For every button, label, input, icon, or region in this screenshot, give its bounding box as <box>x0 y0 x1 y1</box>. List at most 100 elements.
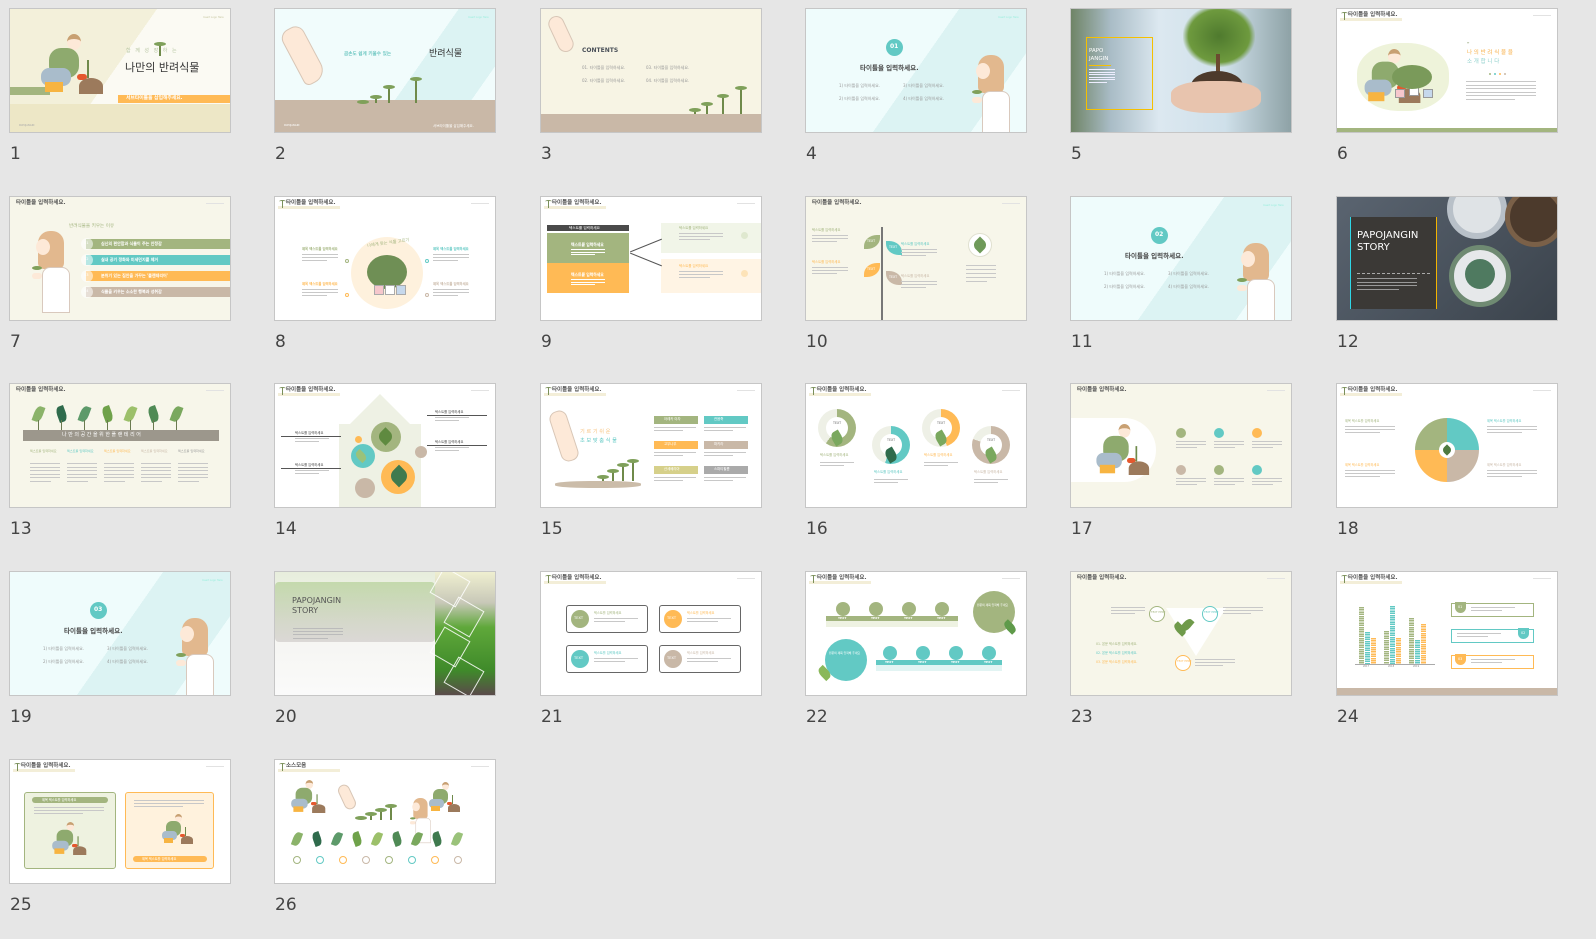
slide-title: 타이틀을 입력하세요. <box>1077 575 1127 581</box>
slide-number[interactable]: 6 <box>1337 144 1348 164</box>
text-line <box>1214 481 1244 482</box>
slide-number[interactable]: 26 <box>275 895 297 915</box>
slide-number[interactable]: 15 <box>541 519 563 539</box>
text-line <box>812 273 837 274</box>
slide-thumbnail-6[interactable]: 타이틀을 입력하세요. “ 나 의 반 려 식 물 을소 개 합 니 다 <box>1336 8 1558 133</box>
hand-illustration <box>547 408 581 464</box>
placeholder-text-lines <box>302 289 338 298</box>
slide-canvas: CONTENTS 01. 타이틀을 입력하세요. 03. 타이틀을 입력하세요. 02… <box>541 9 761 132</box>
text-line <box>433 292 469 293</box>
slide-thumbnail-5[interactable]: PAPO JANGIN <box>1070 8 1292 133</box>
soil <box>73 846 87 855</box>
slide-thumbnail-11[interactable]: 02 타이틀을 입력하세요. 1) 타이틀을 입력하세요. 3) 타이틀을 입력하세요… <box>1070 196 1292 321</box>
slide-number[interactable]: 5 <box>1071 144 1082 164</box>
slide-number[interactable]: 8 <box>275 332 286 352</box>
slide-number[interactable]: 4 <box>806 144 817 164</box>
gardener-illustration <box>289 780 328 819</box>
dashed-divider <box>1357 273 1430 274</box>
slide-thumbnail-15[interactable]: 타이틀을 입력하세요. 기 르 기 쉬 운초 보 맞 춤 식 물 아레카 야자 관음죽… <box>540 383 762 508</box>
title-underline <box>1089 65 1111 66</box>
slide-number[interactable]: 23 <box>1071 707 1093 727</box>
text-line <box>820 465 844 466</box>
placeholder-text-lines <box>571 249 605 257</box>
slide-thumbnail-20[interactable]: PAPOJANGIN STORY <box>274 571 496 696</box>
text-line <box>1357 285 1417 286</box>
sprout-leaf <box>810 387 817 390</box>
slide-thumbnail-25[interactable]: 타이틀을 입력하세요. 제목 텍스트를 입력하세요 제목 텍스트를 입력하세요 <box>9 759 231 884</box>
slide-thumbnail-8[interactable]: 타이틀을 입력하세요. 나에게 맞는 식물 고르기 제목 텍스트를 입력하세요 제목 … <box>274 196 496 321</box>
boots <box>54 848 65 854</box>
slide-number[interactable]: 21 <box>541 707 563 727</box>
slide-thumbnail-22[interactable]: 타이틀을 입력하세요. TEXT TEXT TEXT TEXT TEXT TEXT TEXT T… <box>805 571 1027 696</box>
slide-thumbnail-16[interactable]: 타이틀을 입력하세요. TEXT 텍스트를 입력하세요 TEXT 텍스트를 입력하세요 T… <box>805 383 1027 508</box>
slide-number[interactable]: 14 <box>275 519 297 539</box>
slide-number[interactable]: 19 <box>10 707 32 727</box>
sprout-leaf <box>1341 575 1348 578</box>
text-line <box>1471 607 1515 608</box>
text-line <box>1487 473 1537 474</box>
slide-number[interactable]: 18 <box>1337 519 1359 539</box>
slide-number[interactable]: 1 <box>10 144 21 164</box>
slide-thumbnail-9[interactable]: 타이틀을 입력하세요. 텍스트를 입력하세요 텍스트를 입력하세요 텍스트를 입력하세… <box>540 196 762 321</box>
slide-thumbnail-10[interactable]: 타이틀을 입력하세요. TEXT TEXT TEXT TEXT 텍스트를 입력하세요 텍스트… <box>805 196 1027 321</box>
slide-thumbnail-7[interactable]: 타이틀을 입력하세요. 반려식물을 키우는 이유 01 심신의 편안함과 식물이 주는… <box>9 196 231 321</box>
slide-number[interactable]: 11 <box>1071 332 1093 352</box>
plant-pot <box>1423 89 1433 98</box>
slide-number[interactable]: 20 <box>275 707 297 727</box>
logo-placeholder <box>1533 15 1551 16</box>
slide-canvas: 01 타이틀을 입력하세요. 1) 타이틀을 입력하세요. 3) 타이틀을 입력하세요… <box>806 9 1026 132</box>
slide-thumbnail-12[interactable]: PAPOJANGIN STORY <box>1336 196 1558 321</box>
slide-number[interactable]: 13 <box>10 519 32 539</box>
slide-thumbnail-1[interactable]: 서브타이틀을 삽입해주세요. 함 께 성 장 하 는 나만의 반려식물 Insert … <box>9 8 231 133</box>
girl-illustration <box>1237 243 1277 320</box>
sprout <box>87 60 89 78</box>
text-line <box>1214 441 1244 442</box>
reason-number: 02 <box>84 257 89 261</box>
cover-subtitle: 함 께 성 장 하 는 <box>126 48 179 54</box>
slide-thumbnail-23[interactable]: 타이틀을 입력하세요. TEXT HERE TEXT HERE TEXT HERE 01… <box>1070 571 1292 696</box>
slide-number[interactable]: 3 <box>541 144 552 164</box>
slide-thumbnail-13[interactable]: 타이틀을 입력하세요. 나 만 의 공 간 을 위 한 플 랜 테 리 어 텍스트를… <box>9 383 231 508</box>
boots <box>1099 464 1116 474</box>
placeholder-text-lines <box>1176 478 1206 487</box>
slide-thumbnail-19[interactable]: 03 타이틀을 입력하세요. 1) 타이틀을 입력하세요. 3) 타이틀을 입력하세요… <box>9 571 231 696</box>
text-node-label: TEXT HERE <box>1151 611 1166 614</box>
placeholder-text-lines <box>704 427 746 433</box>
slide-thumbnail-14[interactable]: 타이틀을 입력하세요. 텍스트를 입력하세요 텍스트를 입력하세요 텍스트를 입력하세… <box>274 383 496 508</box>
slide-number[interactable]: 22 <box>806 707 828 727</box>
contents-item: 01. 타이틀을 입력하세요. <box>582 65 626 70</box>
slide-number[interactable]: 17 <box>1071 519 1093 539</box>
placeholder-text-lines <box>901 281 937 290</box>
slide-thumbnail-26[interactable]: 소스모음 <box>274 759 496 884</box>
slide-thumbnail-18[interactable]: 타이틀을 입력하세요. 제목 텍스트를 입력하세요 제목 텍스트를 입력하세요 제목 … <box>1336 383 1558 508</box>
text-line <box>924 462 958 463</box>
slide-number[interactable]: 7 <box>10 332 21 352</box>
text-line <box>1471 662 1502 663</box>
slide-thumbnail-3[interactable]: CONTENTS 01. 타이틀을 입력하세요. 03. 타이틀을 입력하세요. 02… <box>540 8 762 133</box>
slide-number[interactable]: 24 <box>1337 707 1359 727</box>
slide-title: 타이틀을 입력하세요. <box>16 200 66 206</box>
succulent <box>1465 259 1495 289</box>
text-line <box>1471 659 1515 660</box>
slide-thumbnail-24[interactable]: 타이틀을 입력하세요. 2017 2018 2019 01 02 03 <box>1336 571 1558 696</box>
slide-number[interactable]: 9 <box>541 332 552 352</box>
slide-number[interactable]: 2 <box>275 144 286 164</box>
slide-thumbnail-21[interactable]: 타이틀을 입력하세요. TEXT 텍스트를 입력하세요 TEXT 텍스트를 입력하세요 T… <box>540 571 762 696</box>
slide-canvas: 타이틀을 입력하세요. 텍스트를 입력하세요 텍스트를 입력하세요 텍스트를 입력하세… <box>541 197 761 320</box>
leaf-icon <box>430 831 444 847</box>
placeholder-text-lines <box>1345 426 1395 435</box>
text-line <box>433 295 458 296</box>
section-item: 2) 타이틀을 입력하세요. <box>1104 284 1146 289</box>
text-line <box>1089 76 1115 78</box>
slide-number[interactable]: 10 <box>806 332 828 352</box>
text-line <box>974 482 998 483</box>
slide-thumbnail-2[interactable]: 곰손도 쉽게 키울수 있는 반려식물 서브타이틀을 삽입해주세요. Insert Lo… <box>274 8 496 133</box>
slide-thumbnail-4[interactable]: 01 타이틀을 입력하세요. 1) 타이틀을 입력하세요. 3) 타이틀을 입력하세요… <box>805 8 1027 133</box>
slide-number[interactable]: 16 <box>806 519 828 539</box>
text-line <box>687 618 731 619</box>
slide-thumbnail-17[interactable]: 타이틀을 입력하세요. <box>1070 383 1292 508</box>
leaf-icon <box>1002 619 1018 635</box>
slide-number[interactable]: 25 <box>10 895 32 915</box>
slide-number[interactable]: 12 <box>1337 332 1359 352</box>
dot <box>1489 73 1491 75</box>
